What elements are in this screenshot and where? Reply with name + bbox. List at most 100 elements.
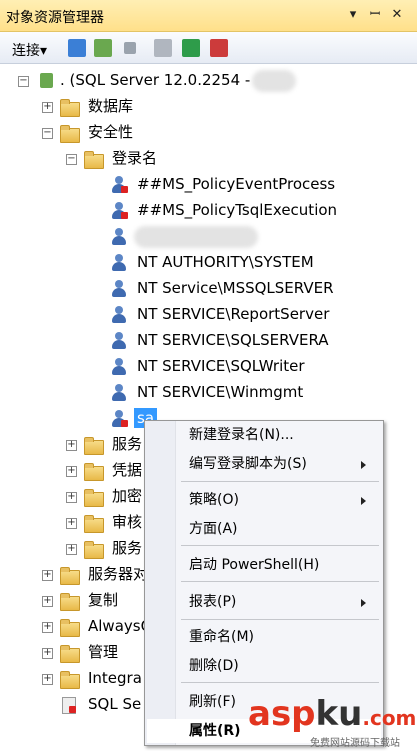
- tree-node-login[interactable]: ##MS_PolicyEventProcess: [0, 174, 417, 198]
- expand-icon[interactable]: +: [66, 440, 77, 451]
- sql-agent-label: SQL Se: [88, 695, 142, 713]
- menu-item-reports[interactable]: 报表(P): [189, 592, 236, 612]
- connect-server-icon[interactable]: [68, 39, 86, 57]
- expand-icon[interactable]: +: [42, 622, 53, 633]
- menu-item-new-login[interactable]: 新建登录名(N)...: [189, 425, 294, 445]
- folder-label: 加密: [112, 487, 143, 505]
- submenu-arrow-icon: [361, 461, 366, 469]
- menu-item-rename[interactable]: 重命名(M): [189, 627, 254, 647]
- folder-label: 审核: [112, 513, 143, 531]
- watermark-logo: aspku.com: [248, 694, 416, 734]
- expand-icon[interactable]: +: [66, 518, 77, 529]
- menu-item-powershell[interactable]: 启动 PowerShell(H): [189, 555, 319, 575]
- tree-node-login[interactable]: NT SERVICE\Winmgmt: [0, 382, 417, 406]
- expand-icon[interactable]: +: [66, 544, 77, 555]
- security-label: 安全性: [88, 123, 134, 141]
- filter-icon[interactable]: [154, 39, 172, 57]
- expand-icon[interactable]: +: [66, 466, 77, 477]
- close-icon[interactable]: ✕: [388, 6, 406, 24]
- user-icon: [110, 384, 128, 402]
- tree-node-login[interactable]: [0, 226, 417, 250]
- folder-label: Integra: [88, 669, 142, 687]
- menu-separator: [181, 545, 379, 546]
- login-label: ##MS_PolicyTsqlExecution: [137, 201, 338, 219]
- panel-title-bar: 对象资源管理器 ▾ ꟷ ✕: [0, 0, 417, 32]
- tree-node-security[interactable]: − 安全性: [0, 122, 417, 146]
- folder-icon: [60, 593, 80, 611]
- disconnect-icon[interactable]: [94, 39, 112, 57]
- tree-node-logins[interactable]: − 登录名: [0, 148, 417, 172]
- folder-label: 管理: [88, 643, 119, 661]
- pin-icon[interactable]: ꟷ: [366, 6, 384, 24]
- expand-icon[interactable]: +: [42, 596, 53, 607]
- login-label: NT SERVICE\SQLSERVERA: [137, 331, 329, 349]
- collapse-icon[interactable]: −: [66, 154, 77, 165]
- panel-title: 对象资源管理器: [6, 10, 104, 26]
- tree-node-login[interactable]: NT SERVICE\ReportServer: [0, 304, 417, 328]
- menu-item-delete[interactable]: 删除(D): [189, 656, 239, 676]
- tree-node-login[interactable]: NT SERVICE\SQLWriter: [0, 356, 417, 380]
- menu-item-refresh[interactable]: 刷新(F): [189, 692, 236, 712]
- folder-label: 复制: [88, 591, 119, 609]
- dropdown-icon[interactable]: ▾: [344, 6, 362, 24]
- folder-label: AlwaysO: [88, 617, 153, 635]
- expand-icon[interactable]: +: [42, 102, 53, 113]
- menu-separator: [181, 581, 379, 582]
- folder-icon: [84, 151, 104, 169]
- login-label: NT SERVICE\SQLWriter: [137, 357, 305, 375]
- user-icon: [110, 228, 128, 246]
- connect-button[interactable]: 连接▾: [12, 40, 47, 60]
- menu-item-script-login[interactable]: 编写登录脚本为(S): [189, 454, 307, 474]
- menu-item-policies[interactable]: 策略(O): [189, 490, 239, 510]
- folder-icon: [84, 489, 104, 507]
- redacted-area: [252, 70, 296, 92]
- databases-label: 数据库: [88, 97, 134, 115]
- tree-node-login[interactable]: ##MS_PolicyTsqlExecution: [0, 200, 417, 224]
- expand-icon[interactable]: +: [42, 648, 53, 659]
- user-icon: [110, 202, 128, 220]
- tree-node-login[interactable]: NT Service\MSSQLSERVER: [0, 278, 417, 302]
- server-icon: [38, 72, 56, 90]
- menu-icon-gutter: [145, 421, 176, 745]
- expand-icon[interactable]: +: [66, 492, 77, 503]
- login-label: ##MS_PolicyEventProcess: [137, 175, 336, 193]
- user-icon: [110, 332, 128, 350]
- menu-separator: [181, 619, 379, 620]
- sql-agent-icon: [60, 696, 78, 714]
- watermark-asp: asp: [248, 694, 316, 734]
- stop-icon[interactable]: [124, 42, 136, 54]
- folder-icon: [60, 619, 80, 637]
- watermark-subtitle: 免费网站源码下载站: [310, 738, 400, 749]
- activity-monitor-icon[interactable]: [210, 39, 228, 57]
- user-icon: [110, 358, 128, 376]
- user-icon: [110, 176, 128, 194]
- tree-node-login[interactable]: NT SERVICE\SQLSERVERA: [0, 330, 417, 354]
- login-label: NT SERVICE\ReportServer: [137, 305, 330, 323]
- folder-icon: [60, 645, 80, 663]
- watermark-com: .com: [362, 706, 417, 730]
- user-icon: [110, 254, 128, 272]
- collapse-icon[interactable]: −: [42, 128, 53, 139]
- folder-label: 凭据: [112, 461, 143, 479]
- menu-item-facets[interactable]: 方面(A): [189, 519, 238, 539]
- expand-icon[interactable]: +: [42, 674, 53, 685]
- tree-node-server[interactable]: − . (SQL Server 12.0.2254 -: [0, 70, 417, 94]
- login-label: NT AUTHORITY\SYSTEM: [137, 253, 314, 271]
- refresh-icon[interactable]: [182, 39, 200, 57]
- user-icon: [110, 306, 128, 324]
- submenu-arrow-icon: [361, 599, 366, 607]
- server-label: . (SQL Server 12.0.2254 -: [60, 71, 251, 89]
- tree-node-databases[interactable]: + 数据库: [0, 96, 417, 120]
- menu-item-properties[interactable]: 属性(R): [189, 721, 241, 741]
- redacted-area: [134, 226, 258, 248]
- watermark-ku: ku: [315, 694, 363, 734]
- expand-icon[interactable]: +: [42, 570, 53, 581]
- login-label: NT SERVICE\Winmgmt: [137, 383, 304, 401]
- collapse-icon[interactable]: −: [18, 76, 29, 87]
- folder-icon: [60, 567, 80, 585]
- login-label: NT Service\MSSQLSERVER: [137, 279, 334, 297]
- folder-icon: [60, 99, 80, 117]
- folder-icon: [84, 437, 104, 455]
- folder-icon: [84, 463, 104, 481]
- tree-node-login[interactable]: NT AUTHORITY\SYSTEM: [0, 252, 417, 276]
